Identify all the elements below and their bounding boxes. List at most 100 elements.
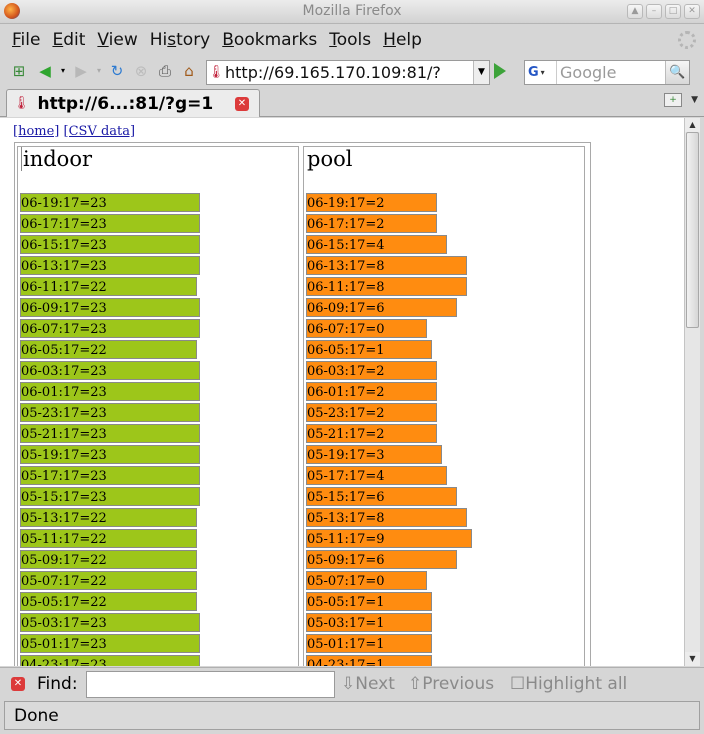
find-next-label: Next xyxy=(355,674,395,694)
indoor-bar-8: 06-03:17=23 xyxy=(20,361,200,380)
pool-bar-10: 05-23:17=2 xyxy=(306,403,437,422)
tab-list-icon[interactable]: ▼ xyxy=(691,95,698,105)
menu-help[interactable]: Help xyxy=(377,30,428,50)
back-icon[interactable]: ◀ xyxy=(36,62,54,80)
pool-bar-22: 04-23:17=1 xyxy=(306,655,432,666)
menu-file[interactable]: File xyxy=(6,30,46,50)
tab-bar: 🌡 http://6...:81/?g=1 ✕ + ▼ xyxy=(0,87,704,117)
indoor-bar-2: 06-15:17=23 xyxy=(20,235,200,254)
page-content: [home] [CSV data] indoor 06-19:17=23 06-1… xyxy=(0,118,684,666)
pool-bar-17: 05-09:17=6 xyxy=(306,550,457,569)
menu-bookmarks[interactable]: Bookmarks xyxy=(216,30,323,50)
print-icon[interactable]: ⎙ xyxy=(156,62,174,80)
indoor-bar-1: 06-17:17=23 xyxy=(20,214,200,233)
reload-icon[interactable]: ↻ xyxy=(108,62,126,80)
url-bar[interactable]: 🌡 ▼ xyxy=(206,60,490,85)
indoor-bar-7: 06-05:17=22 xyxy=(20,340,197,359)
menu-tools[interactable]: Tools xyxy=(323,30,377,50)
search-icon[interactable]: 🔍 xyxy=(665,61,689,84)
search-input[interactable] xyxy=(557,63,661,82)
pool-bar-9: 06-01:17=2 xyxy=(306,382,437,401)
csv-data-link[interactable]: [CSV data] xyxy=(64,124,136,139)
indoor-bar-18: 05-07:17=22 xyxy=(20,571,197,590)
scroll-up-icon[interactable]: ▲ xyxy=(685,118,700,132)
new-tab-button[interactable]: + xyxy=(664,93,682,107)
menu-view[interactable]: View xyxy=(91,30,143,50)
pool-bar-21: 05-01:17=1 xyxy=(306,634,432,653)
pool-bar-5: 06-09:17=6 xyxy=(306,298,457,317)
scroll-thumb[interactable] xyxy=(686,132,699,328)
pool-bar-1: 06-17:17=2 xyxy=(306,214,437,233)
pool-bar-18: 05-07:17=0 xyxy=(306,571,427,590)
pool-bar-14: 05-15:17=6 xyxy=(306,487,457,506)
pool-column: pool 06-19:17=2 06-17:17=2 06-15:17=4 06-13… xyxy=(303,146,585,666)
indoor-bar-16: 05-11:17=22 xyxy=(20,529,197,548)
throbber-icon xyxy=(678,31,696,49)
pool-bar-4: 06-11:17=8 xyxy=(306,277,467,296)
indoor-bar-11: 05-21:17=23 xyxy=(20,424,200,443)
navigation-toolbar: ⊞ ◀ ▾ ▶ ▾ ↻ ⊗ ⎙ ⌂ 🌡 ▼ G▾ 🔍 xyxy=(0,56,704,86)
pool-bar-8: 06-03:17=2 xyxy=(306,361,437,380)
vertical-scrollbar[interactable]: ▲ ▼ xyxy=(684,118,700,666)
indoor-bar-0: 06-19:17=23 xyxy=(20,193,200,212)
indoor-column: indoor 06-19:17=23 06-17:17=23 06-15:17=23… xyxy=(17,146,299,666)
status-text: Done xyxy=(14,706,59,726)
indoor-bar-17: 05-09:17=22 xyxy=(20,550,197,569)
forward-history-icon[interactable]: ▾ xyxy=(90,62,108,80)
indoor-bar-10: 05-23:17=23 xyxy=(20,403,200,422)
new-tab-icon[interactable]: ⊞ xyxy=(10,62,28,80)
pool-title: pool xyxy=(307,147,353,171)
search-bar[interactable]: G▾ 🔍 xyxy=(524,60,690,85)
menu-bar: File Edit View History Bookmarks Tools H… xyxy=(0,25,704,55)
pool-bar-13: 05-17:17=4 xyxy=(306,466,447,485)
tab-current[interactable]: 🌡 http://6...:81/?g=1 ✕ xyxy=(6,89,260,117)
indoor-bar-15: 05-13:17=22 xyxy=(20,508,197,527)
find-previous-button[interactable]: ⇧Previous xyxy=(408,674,494,694)
go-icon[interactable] xyxy=(494,63,506,79)
page-links: [home] [CSV data] xyxy=(13,124,135,139)
find-next-button[interactable]: ⇩Next xyxy=(341,674,395,694)
forward-icon[interactable]: ▶ xyxy=(72,62,90,80)
title-bar: Mozilla Firefox ▲ – □ ✕ xyxy=(0,0,704,24)
shade-icon[interactable]: ▲ xyxy=(627,4,643,19)
indoor-bar-6: 06-07:17=23 xyxy=(20,319,200,338)
window-controls: ▲ – □ ✕ xyxy=(627,4,700,19)
indoor-title: indoor xyxy=(21,147,93,171)
indoor-bar-12: 05-19:17=23 xyxy=(20,445,200,464)
highlight-all-checkbox[interactable]: ☐Highlight all xyxy=(510,674,627,694)
url-dropdown-icon[interactable]: ▼ xyxy=(473,61,489,84)
find-input[interactable] xyxy=(86,671,335,698)
pool-bar-15: 05-13:17=8 xyxy=(306,508,467,527)
home-link[interactable]: [home] xyxy=(13,124,59,139)
pool-bar-19: 05-05:17=1 xyxy=(306,592,432,611)
stop-icon[interactable]: ⊗ xyxy=(132,62,150,80)
up-arrow-icon: ⇧ xyxy=(408,674,423,694)
thermometer-icon: 🌡 xyxy=(207,65,225,80)
window-title: Mozilla Firefox xyxy=(302,3,402,19)
checkbox-icon: ☐ xyxy=(510,674,526,694)
menu-edit[interactable]: Edit xyxy=(46,30,91,50)
find-previous-label: Previous xyxy=(422,674,495,694)
google-icon: G xyxy=(528,65,539,80)
pool-bars: 06-19:17=2 06-17:17=2 06-15:17=4 06-13:17=8… xyxy=(306,193,472,666)
scroll-down-icon[interactable]: ▼ xyxy=(685,652,700,666)
highlight-all-label: Highlight all xyxy=(525,674,628,694)
minimize-icon[interactable]: – xyxy=(646,4,662,19)
close-window-icon[interactable]: ✕ xyxy=(684,4,700,19)
search-engine-button[interactable]: G ▾ xyxy=(525,61,557,84)
menu-history[interactable]: History xyxy=(144,30,217,50)
pool-bar-7: 06-05:17=1 xyxy=(306,340,432,359)
indoor-bar-21: 05-01:17=23 xyxy=(20,634,200,653)
close-tab-icon[interactable]: ✕ xyxy=(235,97,249,111)
url-input[interactable] xyxy=(225,63,461,82)
indoor-bar-14: 05-15:17=23 xyxy=(20,487,200,506)
thermometer-icon: 🌡 xyxy=(13,96,30,111)
pool-bar-11: 05-21:17=2 xyxy=(306,424,437,443)
pool-bar-12: 05-19:17=3 xyxy=(306,445,442,464)
find-label: Find: xyxy=(37,674,78,694)
back-history-icon[interactable]: ▾ xyxy=(54,62,72,80)
indoor-bar-22: 04-23:17=23 xyxy=(20,655,200,666)
home-icon[interactable]: ⌂ xyxy=(180,62,198,80)
maximize-icon[interactable]: □ xyxy=(665,4,681,19)
close-findbar-icon[interactable]: ✕ xyxy=(11,677,25,691)
